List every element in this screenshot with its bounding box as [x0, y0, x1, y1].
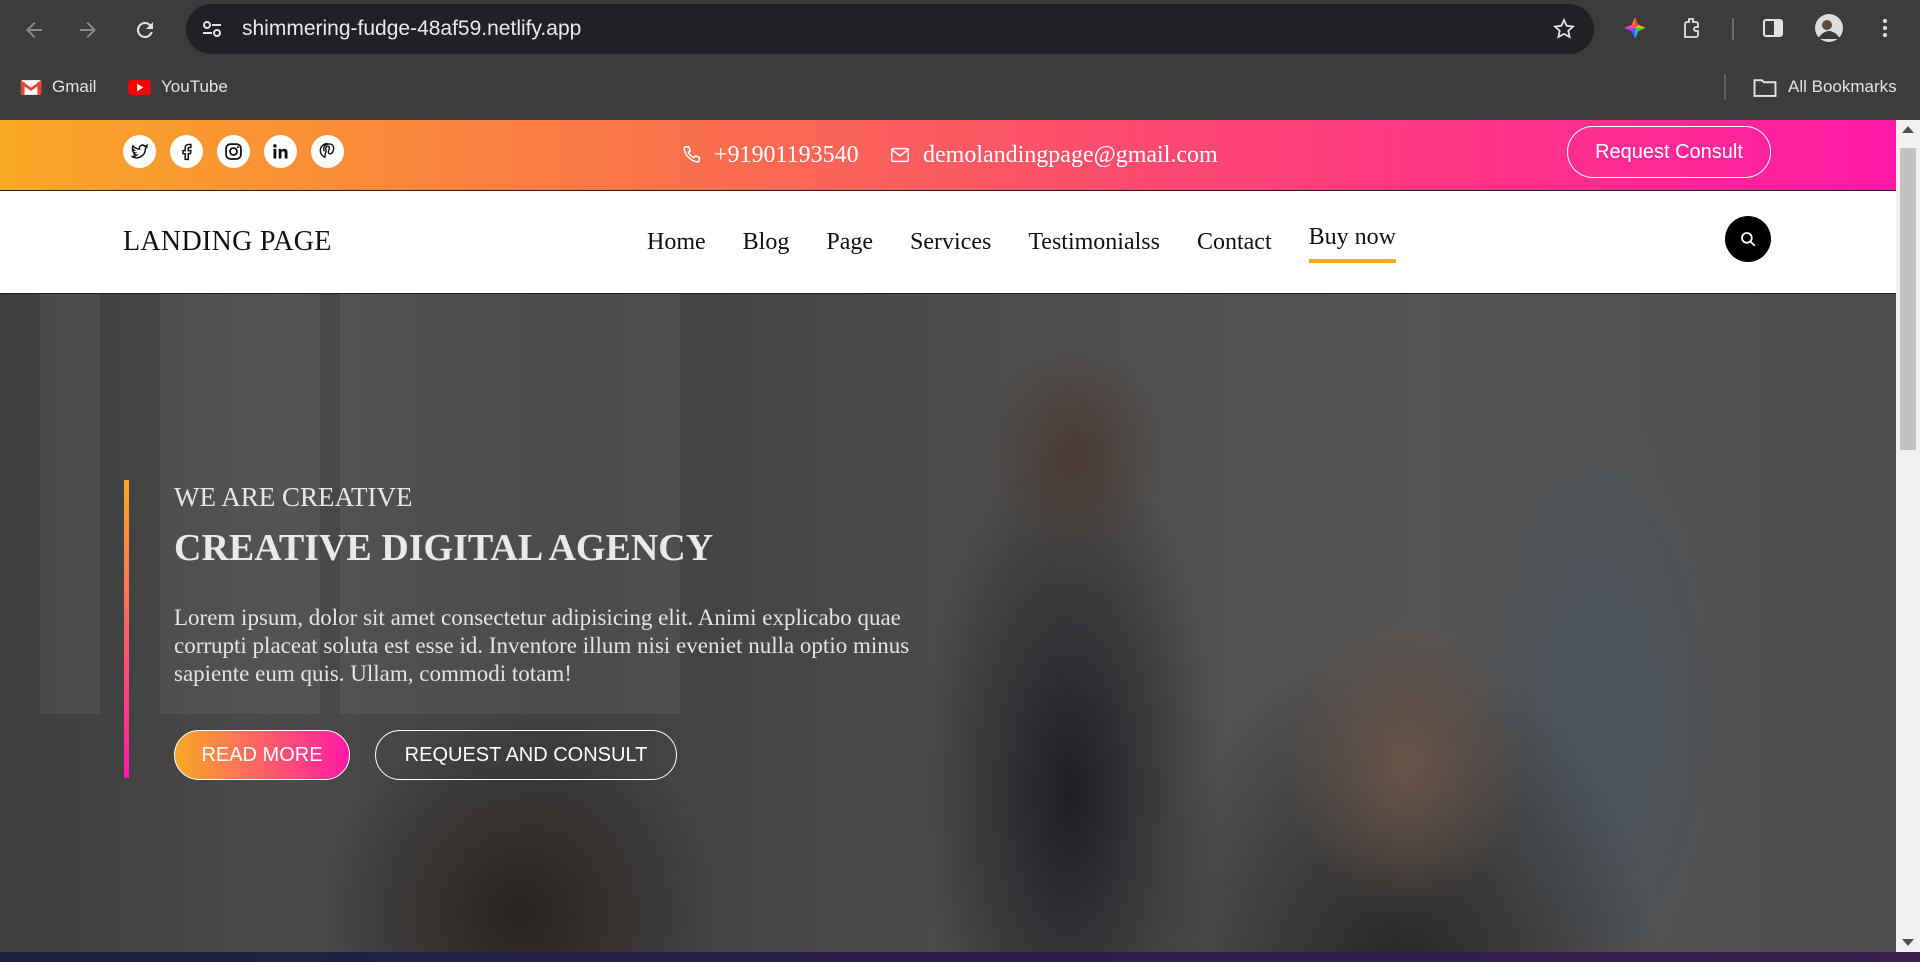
- nav-testimonials[interactable]: Testimonialss: [1028, 229, 1160, 256]
- hero-kicker: WE ARE CREATIVE: [174, 482, 413, 512]
- bookmarks-divider: [1724, 74, 1726, 100]
- social-links: [123, 135, 344, 168]
- phone-contact[interactable]: +91901193540: [680, 120, 859, 190]
- folder-icon: [1753, 78, 1777, 97]
- nav-buy-now[interactable]: Buy now: [1308, 224, 1397, 263]
- all-bookmarks-label: All Bookmarks: [1788, 77, 1897, 96]
- address-bar[interactable]: shimmering-fudge-48af59.netlify.app: [186, 4, 1594, 54]
- instagram-icon: [225, 143, 242, 160]
- request-and-consult-button[interactable]: REQUEST AND CONSULT: [375, 730, 677, 780]
- hero-background-window: [40, 294, 100, 714]
- all-bookmarks-button[interactable]: All Bookmarks: [1752, 74, 1897, 100]
- pinterest-icon: [319, 142, 335, 159]
- arrow-right-icon: [80, 22, 96, 38]
- linkedin-icon: [273, 144, 288, 159]
- web-page: +91901193540 demolandingpage@gmail.com R…: [0, 120, 1896, 952]
- youtube-icon: [128, 79, 151, 95]
- request-consult-button[interactable]: Request Consult: [1567, 126, 1771, 178]
- mail-icon: [891, 147, 909, 163]
- hero-accent-bar: [124, 480, 129, 778]
- back-button[interactable]: [16, 12, 52, 48]
- email-contact[interactable]: demolandingpage@gmail.com: [889, 120, 1218, 190]
- page-scrollbar[interactable]: [1896, 120, 1920, 952]
- hero-section: WE ARE CREATIVE CREATIVE DIGITAL AGENCY …: [0, 294, 1896, 952]
- taskbar-strip: [0, 952, 1920, 962]
- forward-button[interactable]: [70, 12, 106, 48]
- read-more-button[interactable]: READ MORE: [174, 730, 350, 780]
- color-extension-icon[interactable]: [1620, 13, 1650, 43]
- url-text[interactable]: shimmering-fudge-48af59.netlify.app: [242, 4, 581, 54]
- arrow-left-icon: [26, 22, 42, 38]
- reload-button[interactable]: [127, 12, 163, 48]
- nav-page[interactable]: Page: [826, 229, 873, 256]
- hero-content: WE ARE CREATIVE CREATIVE DIGITAL AGENCY …: [124, 480, 924, 780]
- facebook-icon: [182, 143, 192, 161]
- menu-dots-icon[interactable]: [1870, 13, 1900, 43]
- linkedin-link[interactable]: [264, 135, 297, 168]
- facebook-link[interactable]: [170, 135, 203, 168]
- side-panel-icon[interactable]: [1758, 13, 1788, 43]
- browser-toolbar: shimmering-fudge-48af59.netlify.app: [0, 0, 1920, 58]
- phone-number: +91901193540: [714, 141, 859, 168]
- search-button[interactable]: [1725, 216, 1771, 262]
- hero-headline: CREATIVE DIGITAL AGENCY: [174, 527, 714, 569]
- main-menu: Home Blog Page Services Testimonialss Co…: [647, 191, 1397, 293]
- nav-blog[interactable]: Blog: [743, 229, 790, 256]
- toolbar-divider: [1732, 18, 1734, 40]
- instagram-link[interactable]: [217, 135, 250, 168]
- bookmark-label: Gmail: [52, 77, 97, 96]
- site-logo[interactable]: LANDING PAGE: [123, 191, 332, 293]
- site-settings-icon[interactable]: [200, 17, 224, 41]
- nav-home[interactable]: Home: [647, 229, 706, 256]
- bookmark-gmail[interactable]: Gmail: [20, 74, 96, 100]
- main-navbar: LANDING PAGE Home Blog Page Services Tes…: [0, 190, 1896, 294]
- top-contact-bar: +91901193540 demolandingpage@gmail.com R…: [0, 120, 1896, 190]
- twitter-icon: [131, 143, 149, 159]
- browser-chrome: shimmering-fudge-48af59.netlify.app Gmai…: [0, 0, 1920, 120]
- bookmark-label: YouTube: [161, 77, 228, 96]
- phone-icon: [683, 146, 701, 163]
- nav-services[interactable]: Services: [910, 229, 991, 256]
- pinterest-link[interactable]: [311, 135, 344, 168]
- extensions-icon[interactable]: [1677, 13, 1707, 43]
- star-icon[interactable]: [1552, 17, 1576, 41]
- bookmarks-bar: Gmail YouTube All Bookmarks: [0, 66, 1920, 108]
- email-address: demolandingpage@gmail.com: [923, 141, 1218, 168]
- profile-avatar[interactable]: [1814, 13, 1844, 43]
- scroll-up-arrow[interactable]: [1902, 126, 1914, 133]
- scroll-thumb[interactable]: [1900, 148, 1916, 450]
- bookmark-youtube[interactable]: YouTube: [128, 74, 228, 100]
- scroll-down-arrow[interactable]: [1902, 939, 1914, 946]
- search-icon: [1741, 232, 1756, 247]
- reload-icon: [136, 21, 153, 38]
- hero-lead-text: Lorem ipsum, dolor sit amet consectetur …: [174, 605, 910, 686]
- twitter-link[interactable]: [123, 135, 156, 168]
- gmail-icon: [20, 79, 42, 95]
- nav-contact[interactable]: Contact: [1197, 229, 1272, 256]
